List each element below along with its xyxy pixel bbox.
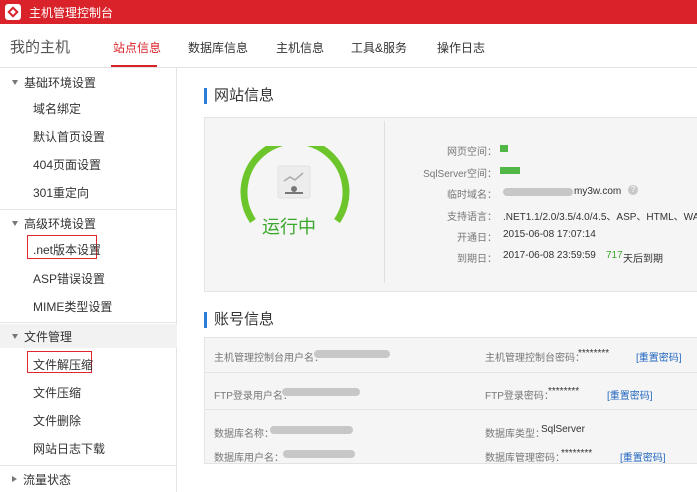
redacted-value bbox=[270, 426, 353, 434]
sidebar-section-file-management[interactable]: 文件管理 bbox=[0, 324, 177, 348]
expire-date-label: 到期日： bbox=[457, 254, 497, 265]
panel-separator bbox=[384, 121, 385, 283]
temp-domain-value: my3w.com bbox=[574, 186, 622, 197]
site-info-title: 网站信息 bbox=[204, 88, 274, 104]
ftp-password-value: ******** bbox=[548, 386, 580, 397]
sidebar-section-advanced-env[interactable]: 高级环境设置 bbox=[0, 211, 177, 235]
sidebar-item-mime-type[interactable]: MIME类型设置 bbox=[33, 298, 112, 315]
expire-days-suffix: 天后到期 bbox=[623, 254, 663, 265]
row-divider bbox=[204, 409, 697, 410]
sidebar-item-301-redirect[interactable]: 301重定向 bbox=[33, 184, 89, 201]
reset-console-password-link[interactable]: [重置密码] bbox=[636, 349, 682, 364]
sqlserver-space-label: SqlServer空间： bbox=[423, 169, 497, 180]
sidebar-item-dotnet-version[interactable]: .net版本设置 bbox=[33, 241, 101, 258]
tab-database-info[interactable]: 数据库信息 bbox=[188, 39, 248, 56]
reset-ftp-password-link[interactable]: [重置密码] bbox=[607, 387, 653, 402]
reset-db-password-link[interactable]: [重置密码] bbox=[620, 449, 666, 464]
redacted-value bbox=[282, 388, 360, 396]
sidebar-section-label: 流量状态 bbox=[23, 472, 72, 487]
web-space-bar bbox=[500, 145, 697, 152]
tab-tools-services[interactable]: 工具&服务 bbox=[351, 39, 407, 56]
db-type-label: 数据库类型： bbox=[485, 429, 545, 440]
top-bar: 主机管理控制台 bbox=[0, 0, 697, 24]
web-space-bar-fill bbox=[500, 145, 508, 152]
sqlserver-space-bar-fill bbox=[500, 167, 520, 174]
sidebar-section-label: 文件管理 bbox=[24, 329, 73, 344]
sidebar-item-file-compress[interactable]: 文件压缩 bbox=[33, 384, 81, 401]
redacted-value bbox=[314, 350, 390, 358]
status-text: 运行中 bbox=[262, 217, 316, 237]
caret-down-icon bbox=[12, 79, 18, 85]
sidebar-section-label: 基础环境设置 bbox=[24, 75, 97, 90]
app-title: 主机管理控制台 bbox=[29, 5, 114, 20]
db-password-label: 数据库管理密码： bbox=[485, 453, 565, 464]
sidebar-item-file-decompress[interactable]: 文件解压缩 bbox=[33, 356, 93, 373]
sidebar-item-domain-binding[interactable]: 域名绑定 bbox=[33, 100, 81, 117]
db-password-value: ******** bbox=[561, 448, 593, 459]
sidebar-item-log-download[interactable]: 网站日志下载 bbox=[33, 440, 105, 457]
account-info-title: 账号信息 bbox=[204, 312, 274, 328]
help-icon[interactable]: ? bbox=[628, 185, 638, 195]
temp-domain-label: 临时域名： bbox=[447, 190, 497, 201]
redacted-value bbox=[503, 188, 573, 196]
sidebar-divider bbox=[0, 209, 177, 210]
main-nav: 我的主机 站点信息 数据库信息 主机信息 工具&服务 操作日志 bbox=[0, 24, 697, 68]
open-date-label: 开通日： bbox=[457, 233, 497, 244]
db-name-label: 数据库名称： bbox=[214, 429, 274, 440]
expire-date-value: 2017-06-08 23:59:59 bbox=[503, 250, 596, 261]
sidebar-section-basic-env[interactable]: 基础环境设置 bbox=[0, 70, 177, 94]
languages-value: .NET1.1/2.0/3.5/4.0/4.5、ASP、HTML、WAP bbox=[503, 212, 697, 223]
languages-label: 支持语言： bbox=[447, 212, 497, 223]
active-tab-indicator bbox=[111, 65, 157, 67]
sidebar-divider bbox=[0, 465, 177, 466]
sidebar-item-asp-error[interactable]: ASP错误设置 bbox=[33, 270, 105, 287]
console-username-label: 主机管理控制台用户名： bbox=[214, 353, 324, 364]
sqlserver-space-bar bbox=[500, 167, 697, 174]
sidebar-section-traffic-status[interactable]: 流量状态 bbox=[0, 467, 177, 491]
tab-operation-log[interactable]: 操作日志 bbox=[437, 39, 485, 56]
row-divider bbox=[204, 372, 697, 373]
sidebar-divider bbox=[0, 322, 177, 323]
ftp-username-label: FTP登录用户名： bbox=[214, 391, 293, 402]
sidebar-item-404-page[interactable]: 404页面设置 bbox=[33, 156, 101, 173]
sidebar: 基础环境设置 域名绑定 默认首页设置 404页面设置 301重定向 高级环境设置… bbox=[0, 68, 177, 492]
app-logo-icon bbox=[5, 4, 21, 20]
console-password-label: 主机管理控制台密码： bbox=[485, 353, 585, 364]
expire-days-count: 717 bbox=[606, 250, 623, 261]
caret-down-icon bbox=[12, 220, 18, 226]
db-username-label: 数据库用户名： bbox=[214, 453, 284, 464]
caret-down-icon bbox=[12, 333, 18, 339]
ftp-password-label: FTP登录密码： bbox=[485, 391, 554, 402]
web-space-label: 网页空间： bbox=[447, 147, 497, 158]
redacted-value bbox=[283, 450, 355, 458]
sidebar-section-label: 高级环境设置 bbox=[24, 216, 97, 231]
db-type-value: SqlServer bbox=[541, 424, 585, 435]
sidebar-item-default-page[interactable]: 默认首页设置 bbox=[33, 128, 105, 145]
tab-site-info[interactable]: 站点信息 bbox=[113, 39, 161, 56]
console-password-value: ******** bbox=[578, 348, 610, 359]
caret-right-icon bbox=[12, 476, 17, 482]
page-title: 我的主机 bbox=[10, 39, 71, 56]
sidebar-item-file-delete[interactable]: 文件删除 bbox=[33, 412, 81, 429]
open-date-value: 2015-06-08 17:07:14 bbox=[503, 229, 596, 240]
tab-host-info[interactable]: 主机信息 bbox=[276, 39, 324, 56]
